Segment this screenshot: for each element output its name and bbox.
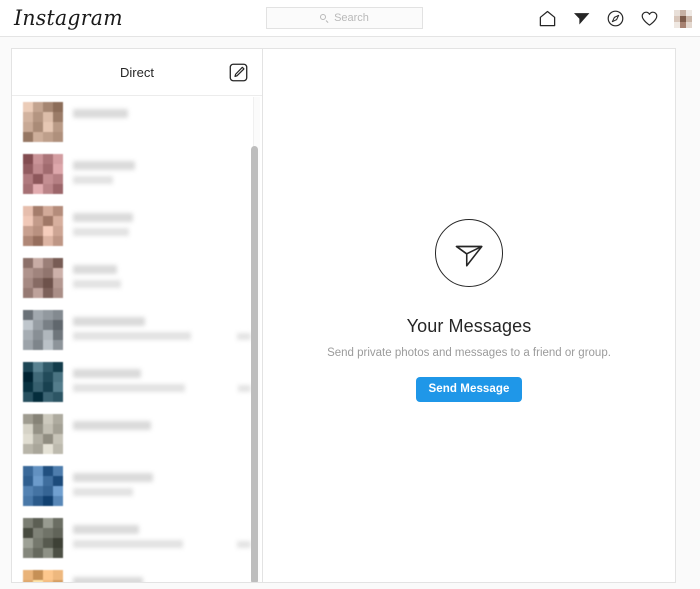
thread-list-item[interactable]: [12, 356, 263, 408]
thread-timestamp-obscured: [237, 541, 251, 548]
send-message-button[interactable]: Send Message: [416, 377, 522, 402]
thread-preview-obscured: [73, 384, 185, 392]
thread-preview-obscured: [73, 280, 121, 288]
search-icon: [320, 13, 329, 23]
thread-username-obscured: [73, 109, 128, 118]
instagram-logo[interactable]: Instagram: [14, 6, 123, 30]
thread-text-block: [73, 414, 263, 454]
thread-list-item[interactable]: [12, 564, 263, 582]
thread-list-item[interactable]: [12, 252, 263, 304]
thread-list-item[interactable]: [12, 148, 263, 200]
thread-username-obscured: [73, 213, 133, 222]
search-placeholder: Search: [334, 11, 369, 24]
thread-avatar: [23, 414, 63, 454]
new-message-pencil-icon[interactable]: [228, 62, 249, 83]
thread-preview-obscured: [73, 488, 133, 496]
thread-list-item[interactable]: [12, 512, 263, 564]
thread-preview-obscured: [73, 176, 113, 184]
thread-username-obscured: [73, 265, 117, 274]
thread-avatar: [23, 518, 63, 558]
profile-avatar[interactable]: [674, 9, 692, 28]
thread-text-block: [73, 466, 263, 506]
thread-username-obscured: [73, 369, 141, 378]
thread-list-scrollbar-thumb[interactable]: [251, 146, 258, 582]
thread-username-obscured: [73, 577, 143, 582]
thread-username-obscured: [73, 473, 153, 482]
thread-text-block: [73, 206, 263, 246]
thread-text-block: [73, 310, 263, 350]
paperplane-in-circle-icon: [435, 219, 503, 287]
empty-state-title: Your Messages: [406, 316, 532, 336]
thread-list-item[interactable]: [12, 460, 263, 512]
thread-text-block: [73, 154, 263, 194]
thread-preview-obscured: [73, 228, 129, 236]
explore-compass-icon[interactable]: [606, 9, 625, 28]
thread-list-item[interactable]: [12, 200, 263, 252]
thread-text-block: [73, 362, 263, 402]
thread-timestamp-obscured: [238, 385, 251, 392]
thread-avatar: [23, 570, 63, 582]
thread-avatar: [23, 206, 63, 246]
thread-username-obscured: [73, 317, 145, 326]
thread-avatar: [23, 466, 63, 506]
search-input[interactable]: Search: [266, 7, 423, 29]
thread-avatar: [23, 362, 63, 402]
nav-icon-group: [538, 0, 692, 37]
thread-avatar: [23, 310, 63, 350]
thread-username-obscured: [73, 525, 139, 534]
direct-paperplane-icon[interactable]: [572, 9, 591, 28]
thread-avatar: [23, 258, 63, 298]
thread-list-panel: Direct: [12, 49, 263, 582]
thread-text-block: [73, 258, 263, 298]
thread-text-block: [73, 102, 263, 142]
home-icon[interactable]: [538, 9, 557, 28]
direct-header: Direct: [12, 49, 262, 96]
top-navigation-bar: Instagram Search: [0, 0, 700, 37]
thread-list-item[interactable]: [12, 304, 263, 356]
thread-list-scrollbar[interactable]: [251, 97, 260, 582]
thread-avatar: [23, 154, 63, 194]
thread-list-item[interactable]: [12, 408, 263, 460]
thread-avatar: [23, 102, 63, 142]
thread-preview-obscured: [73, 540, 183, 548]
empty-state-description: Send private photos and messages to a fr…: [327, 347, 611, 359]
thread-username-obscured: [73, 421, 151, 430]
page-title: Direct: [120, 64, 154, 80]
conversation-empty-state-panel: Your Messages Send private photos and me…: [263, 49, 675, 582]
direct-messages-window: Direct Your Messages Send private photos…: [11, 48, 676, 583]
activity-heart-icon[interactable]: [640, 9, 659, 28]
thread-list-item[interactable]: [12, 96, 263, 148]
thread-text-block: [73, 518, 263, 558]
thread-username-obscured: [73, 161, 135, 170]
thread-preview-obscured: [73, 332, 191, 340]
thread-timestamp-obscured: [237, 333, 251, 340]
thread-text-block: [73, 570, 263, 582]
thread-list-scroll-area[interactable]: [12, 96, 263, 582]
